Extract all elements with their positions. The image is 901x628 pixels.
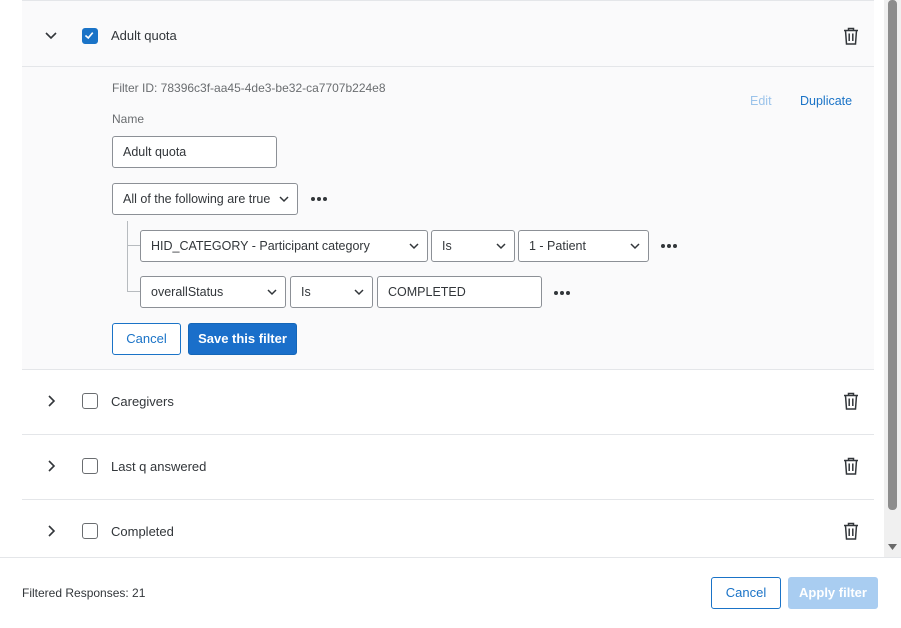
chevron-right-icon[interactable] xyxy=(44,394,58,408)
filter-checkbox[interactable] xyxy=(82,523,98,539)
condition-value-select[interactable]: 1 - Patient xyxy=(518,230,649,262)
footer: Filtered Responses: 21 Cancel Apply filt… xyxy=(0,557,901,628)
name-input[interactable] xyxy=(112,136,277,168)
duplicate-link[interactable]: Duplicate xyxy=(800,94,852,108)
scroll-down-arrow-icon[interactable] xyxy=(888,543,897,551)
condition-field-select[interactable]: HID_CATEGORY - Participant category xyxy=(140,230,428,262)
filter-label: Last q answered xyxy=(111,459,207,474)
cancel-button[interactable]: Cancel xyxy=(711,577,781,609)
cancel-edit-button[interactable]: Cancel xyxy=(112,323,181,355)
chevron-down-icon xyxy=(354,289,364,296)
chevron-right-icon[interactable] xyxy=(44,524,58,538)
condition-field-select[interactable]: overallStatus xyxy=(140,276,286,308)
condition-tree-branch xyxy=(127,245,140,246)
filter-row-completed[interactable]: Completed xyxy=(22,500,874,557)
filter-id: Filter ID: 78396c3f-aa45-4de3-be32-ca770… xyxy=(112,81,386,95)
filter-checkbox[interactable] xyxy=(82,458,98,474)
filter-row-header[interactable]: Adult quota xyxy=(22,1,874,66)
condition-operator-value: Is xyxy=(442,239,452,253)
condition-value: 1 - Patient xyxy=(529,239,586,253)
condition-field-value: overallStatus xyxy=(151,285,224,299)
filter-checkbox[interactable] xyxy=(82,393,98,409)
chevron-down-icon[interactable] xyxy=(44,29,58,43)
filter-label: Completed xyxy=(111,524,174,539)
save-filter-button[interactable]: Save this filter xyxy=(188,323,297,355)
condition-operator-value: Is xyxy=(301,285,311,299)
condition-operator-select[interactable]: Is xyxy=(290,276,373,308)
logic-select-value: All of the following are true xyxy=(123,192,271,206)
apply-filter-button[interactable]: Apply filter xyxy=(788,577,878,609)
filter-row-caregivers[interactable]: Caregivers xyxy=(22,370,874,435)
condition-field-value: HID_CATEGORY - Participant category xyxy=(151,239,370,253)
logic-more-icon[interactable] xyxy=(309,195,329,203)
filter-row-adult-quota: Adult quota Filter ID: 78396c3f-aa45-4de… xyxy=(22,0,874,370)
scrollbar[interactable] xyxy=(884,0,901,557)
condition-tree-branch xyxy=(127,291,140,292)
trash-icon[interactable] xyxy=(842,391,860,411)
chevron-down-icon xyxy=(279,196,289,203)
edit-link[interactable]: Edit xyxy=(750,94,772,108)
filter-label: Caregivers xyxy=(111,394,174,409)
chevron-down-icon xyxy=(409,243,419,250)
filter-editor: Filter ID: 78396c3f-aa45-4de3-be32-ca770… xyxy=(22,66,874,366)
condition-more-icon[interactable] xyxy=(659,242,679,250)
trash-icon[interactable] xyxy=(842,26,860,46)
chevron-down-icon xyxy=(496,243,506,250)
trash-icon[interactable] xyxy=(842,521,860,541)
filter-label: Adult quota xyxy=(111,28,177,43)
chevron-right-icon[interactable] xyxy=(44,459,58,473)
filter-checkbox[interactable] xyxy=(82,28,98,44)
trash-icon[interactable] xyxy=(842,456,860,476)
filter-list: Adult quota Filter ID: 78396c3f-aa45-4de… xyxy=(0,0,901,557)
name-label: Name xyxy=(112,112,145,126)
chevron-down-icon xyxy=(630,243,640,250)
condition-more-icon[interactable] xyxy=(552,289,572,297)
filter-row-last-q-answered[interactable]: Last q answered xyxy=(22,435,874,500)
filtered-responses-count: Filtered Responses: 21 xyxy=(22,586,146,600)
chevron-down-icon xyxy=(267,289,277,296)
check-icon xyxy=(84,32,94,40)
condition-value-input[interactable] xyxy=(377,276,542,308)
condition-operator-select[interactable]: Is xyxy=(431,230,515,262)
logic-select[interactable]: All of the following are true xyxy=(112,183,298,215)
condition-tree-line xyxy=(127,221,128,291)
scrollbar-thumb[interactable] xyxy=(888,0,897,510)
